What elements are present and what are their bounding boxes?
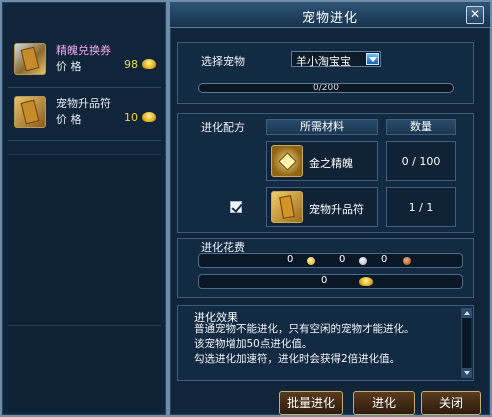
price-label: 价 格	[56, 113, 82, 126]
recipe-section: 进化配方 所需材料 数量 金之精魄 0 / 100 宠物升品符 1 / 1	[177, 113, 474, 233]
upgrade-charm-icon	[271, 191, 303, 223]
recipe-label: 进化配方	[201, 121, 245, 134]
window-title: 宠物进化	[301, 11, 358, 26]
shop-panel: 精魄兑换券 价 格 98 宠物升品符 价 格 10	[0, 0, 168, 417]
copper-coin-icon	[403, 257, 411, 265]
material-column-header: 所需材料	[266, 119, 378, 135]
gold-coin-icon	[307, 257, 315, 265]
effect-line: 该宠物增加50点进化值。	[194, 338, 313, 350]
material-qty: 0 / 100	[401, 155, 441, 168]
pet-evolution-window: 宠物进化 ✕ 选择宠物 羊小淘宝宝 0/200 进化配方 所需材料 数量 金之精…	[168, 0, 492, 417]
shop-item-upgrade-charm[interactable]: 宠物升品符 价 格 10	[8, 88, 161, 141]
material-qty-cell: 1 / 1	[386, 187, 456, 227]
copper-value: 0	[381, 254, 388, 265]
ingot-cost-row: 0	[198, 274, 463, 289]
quantity-column-header: 数量	[386, 119, 456, 135]
batch-evolve-button[interactable]: 批量进化	[279, 391, 343, 415]
cost-section: 进化花费 0 0 0 0	[177, 238, 474, 298]
progress-text: 0/200	[313, 83, 339, 93]
silver-value: 0	[339, 254, 346, 265]
effect-section: 进化效果 普通宠物不能进化，只有空闲的宠物才能进化。 该宠物增加50点进化值。 …	[177, 305, 474, 381]
pet-dropdown-value: 羊小淘宝宝	[296, 55, 351, 68]
effect-line: 勾选进化加速符，进化时会获得2倍进化值。	[194, 353, 401, 365]
shop-item-list: 精魄兑换券 价 格 98 宠物升品符 价 格 10	[8, 35, 161, 155]
price-value: 98	[124, 58, 138, 71]
gold-value: 0	[287, 254, 294, 265]
gold-spirit-icon	[271, 145, 303, 177]
effect-line: 普通宠物不能进化，只有空闲的宠物才能进化。	[194, 323, 415, 335]
scroll-down-icon[interactable]	[462, 368, 472, 378]
material-row-upgrade-charm[interactable]: 宠物升品符	[266, 187, 378, 227]
coin-cost-row: 0 0 0	[198, 253, 463, 268]
spirit-ticket-icon	[14, 43, 46, 75]
title-bar: 宠物进化 ✕	[170, 2, 490, 28]
shop-item-name: 宠物升品符	[56, 97, 111, 110]
material-name: 金之精魄	[309, 157, 353, 170]
shop-empty-area	[8, 154, 161, 412]
material-name: 宠物升品符	[309, 203, 364, 216]
upgrade-charm-icon	[14, 96, 46, 128]
silver-coin-icon	[359, 257, 367, 265]
close-button[interactable]: 关闭	[421, 391, 481, 415]
select-pet-label: 选择宠物	[201, 55, 245, 68]
ingot-value: 0	[321, 275, 328, 286]
chevron-down-icon[interactable]	[366, 53, 379, 65]
shop-item-name: 精魄兑换券	[56, 44, 111, 57]
pet-dropdown[interactable]: 羊小淘宝宝	[291, 51, 381, 68]
ingot-icon	[142, 59, 156, 69]
evolve-button[interactable]: 进化	[353, 391, 415, 415]
price-value: 10	[124, 111, 138, 124]
select-pet-section: 选择宠物 羊小淘宝宝 0/200	[177, 42, 474, 104]
effect-scrollbar[interactable]	[461, 308, 472, 378]
material-qty: 1 / 1	[408, 201, 434, 214]
price-label: 价 格	[56, 60, 82, 73]
material-row-gold-spirit[interactable]: 金之精魄	[266, 141, 378, 181]
ingot-icon	[142, 112, 156, 122]
accelerate-checkbox[interactable]	[230, 201, 242, 213]
close-icon[interactable]: ✕	[466, 6, 484, 24]
material-qty-cell: 0 / 100	[386, 141, 456, 181]
scroll-up-icon[interactable]	[462, 308, 472, 318]
ingot-icon	[359, 277, 373, 286]
evolution-progress-bar: 0/200	[198, 83, 454, 93]
shop-item-spirit-ticket[interactable]: 精魄兑换券 价 格 98	[8, 35, 161, 88]
